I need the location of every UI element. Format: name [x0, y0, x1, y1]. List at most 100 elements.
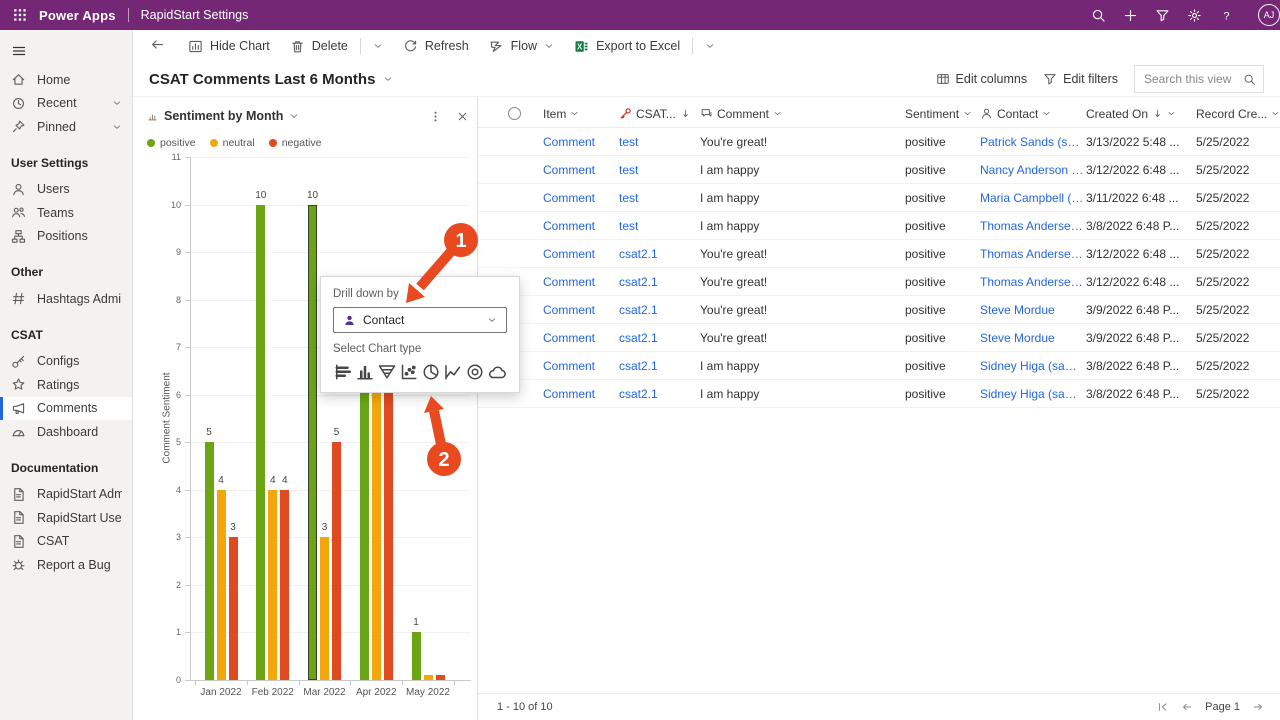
sidebar-item-report-a-bug[interactable]: Report a Bug: [0, 553, 132, 577]
flow-button[interactable]: Flow: [479, 30, 564, 62]
cell-item[interactable]: Comment: [534, 219, 614, 233]
cell-item[interactable]: Comment: [534, 135, 614, 149]
chart-bar-may-2022-negative[interactable]: [436, 675, 445, 680]
chart-type-bar-horizontal[interactable]: [333, 362, 353, 382]
cell-item[interactable]: Comment: [534, 275, 614, 289]
chart-bar-feb-2022-neutral[interactable]: [268, 490, 277, 680]
chart-type-pie[interactable]: [421, 362, 441, 382]
more-export-button[interactable]: [695, 30, 725, 62]
sidebar-item-configs[interactable]: Configs: [0, 350, 132, 374]
sidebar-item-home[interactable]: Home: [0, 68, 132, 92]
previous-page-icon[interactable]: [1181, 701, 1193, 713]
table-row[interactable]: Commentcsat2.1You're great!positiveThoma…: [478, 240, 1280, 268]
sidebar-item-csat[interactable]: CSAT: [0, 530, 132, 554]
settings-button[interactable]: [1178, 0, 1210, 30]
back-button[interactable]: [137, 37, 178, 55]
column-header-item[interactable]: Item: [534, 107, 614, 121]
cell-item[interactable]: Comment: [534, 191, 614, 205]
chart-bar-apr-2022-negative[interactable]: [384, 347, 393, 680]
chart-type-line[interactable]: [443, 362, 463, 382]
cell-item[interactable]: Comment: [534, 387, 614, 401]
column-header-contact[interactable]: Contact: [978, 107, 1084, 121]
app-name[interactable]: RapidStart Settings: [141, 8, 249, 22]
table-row[interactable]: Commentcsat2.1You're great!positiveSteve…: [478, 324, 1280, 352]
chart-bar-mar-2022-neutral[interactable]: [320, 537, 329, 680]
column-header-record-cre[interactable]: Record Cre...: [1192, 107, 1280, 121]
search-button[interactable]: [1082, 0, 1114, 30]
export-excel-button[interactable]: XExport to Excel: [564, 30, 690, 62]
chart-bar-feb-2022-negative[interactable]: [280, 490, 289, 680]
cell-csat[interactable]: csat2.1: [614, 331, 692, 345]
table-row[interactable]: CommenttestI am happypositiveThomas Ande…: [478, 212, 1280, 240]
cell-contact[interactable]: Steve Mordue: [978, 303, 1084, 317]
sidebar-item-teams[interactable]: Teams: [0, 201, 132, 225]
chart-type-funnel[interactable]: [377, 362, 397, 382]
select-all-circle[interactable]: [508, 107, 521, 120]
sidebar-item-dashboard[interactable]: Dashboard: [0, 420, 132, 444]
cell-csat[interactable]: csat2.1: [614, 303, 692, 317]
sidebar-item-ratings[interactable]: Ratings: [0, 373, 132, 397]
sidebar-item-pinned[interactable]: Pinned: [0, 115, 132, 139]
column-header-sentiment[interactable]: Sentiment: [892, 107, 978, 121]
chart-bar-may-2022-neutral[interactable]: [424, 675, 433, 680]
cell-csat[interactable]: csat2.1: [614, 247, 692, 261]
chart-bar-apr-2022-neutral[interactable]: [372, 347, 381, 680]
chart-bar-jan-2022-negative[interactable]: [229, 537, 238, 680]
cell-item[interactable]: Comment: [534, 331, 614, 345]
view-selector[interactable]: CSAT Comments Last 6 Months: [149, 71, 393, 88]
column-header-csat[interactable]: CSAT...: [614, 107, 692, 121]
cell-item[interactable]: Comment: [534, 359, 614, 373]
select-all-checkbox[interactable]: [478, 107, 534, 120]
next-page-icon[interactable]: [1252, 701, 1264, 713]
table-row[interactable]: Commentcsat2.1I am happypositiveSidney H…: [478, 380, 1280, 408]
sidebar-item-positions[interactable]: Positions: [0, 225, 132, 249]
avatar[interactable]: AJ: [1258, 4, 1280, 26]
first-page-icon[interactable]: [1157, 701, 1169, 713]
chart-type-column[interactable]: [355, 362, 375, 382]
sidebar-item-comments[interactable]: Comments: [0, 397, 132, 421]
column-header-comment[interactable]: Comment: [692, 107, 892, 121]
cell-item[interactable]: Comment: [534, 247, 614, 261]
cell-item[interactable]: Comment: [534, 163, 614, 177]
cell-csat[interactable]: test: [614, 163, 692, 177]
cell-contact[interactable]: Maria Campbell (sa...: [978, 191, 1084, 205]
table-row[interactable]: Commentcsat2.1You're great!positiveSteve…: [478, 296, 1280, 324]
search-input[interactable]: [1142, 71, 1243, 87]
cell-contact[interactable]: Patrick Sands (samp...: [978, 135, 1084, 149]
sidebar-item-hashtags-admin[interactable]: Hashtags Admin: [0, 287, 132, 311]
edit-filters-button[interactable]: Edit filters: [1043, 72, 1118, 86]
cell-contact[interactable]: Sidney Higa (sample): [978, 359, 1084, 373]
table-row[interactable]: Commentcsat2.1You're great!positiveThoma…: [478, 268, 1280, 296]
cell-contact[interactable]: Sidney Higa (sample): [978, 387, 1084, 401]
refresh-button[interactable]: Refresh: [393, 30, 479, 62]
cell-csat[interactable]: test: [614, 219, 692, 233]
column-header-created-on[interactable]: Created On: [1084, 107, 1192, 121]
sidebar-item-rapidstart-user[interactable]: RapidStart User: [0, 506, 132, 530]
hamburger-button[interactable]: [0, 30, 132, 68]
cell-contact[interactable]: Nancy Anderson (sa...: [978, 163, 1084, 177]
cell-csat[interactable]: test: [614, 191, 692, 205]
chart-bar-jan-2022-neutral[interactable]: [217, 490, 226, 680]
chart-type-scatter[interactable]: [399, 362, 419, 382]
table-row[interactable]: Commentcsat2.1I am happypositiveSidney H…: [478, 352, 1280, 380]
cell-item[interactable]: Comment: [534, 303, 614, 317]
cell-contact[interactable]: Thomas Andersen (...: [978, 247, 1084, 261]
edit-columns-button[interactable]: Edit columns: [936, 72, 1028, 86]
delete-button[interactable]: Delete: [280, 30, 358, 62]
chart-bar-may-2022-positive[interactable]: [412, 632, 421, 680]
chart-type-tag-cloud[interactable]: [487, 362, 507, 382]
cell-contact[interactable]: Thomas Andersen (...: [978, 219, 1084, 233]
cell-csat[interactable]: csat2.1: [614, 359, 692, 373]
table-row[interactable]: CommenttestI am happypositiveMaria Campb…: [478, 184, 1280, 212]
waffle-icon[interactable]: [12, 7, 28, 23]
help-button[interactable]: ?: [1210, 0, 1242, 30]
table-row[interactable]: CommenttestI am happypositiveNancy Ander…: [478, 156, 1280, 184]
hide-chart-button[interactable]: Hide Chart: [178, 30, 280, 62]
more-commands-button[interactable]: [363, 30, 393, 62]
cell-contact[interactable]: Thomas Andersen (...: [978, 275, 1084, 289]
chart-bar-mar-2022-positive[interactable]: [308, 205, 317, 680]
sidebar-item-recent[interactable]: Recent: [0, 92, 132, 116]
filter-button[interactable]: [1146, 0, 1178, 30]
cell-csat[interactable]: test: [614, 135, 692, 149]
chart-bar-mar-2022-negative[interactable]: [332, 442, 341, 680]
